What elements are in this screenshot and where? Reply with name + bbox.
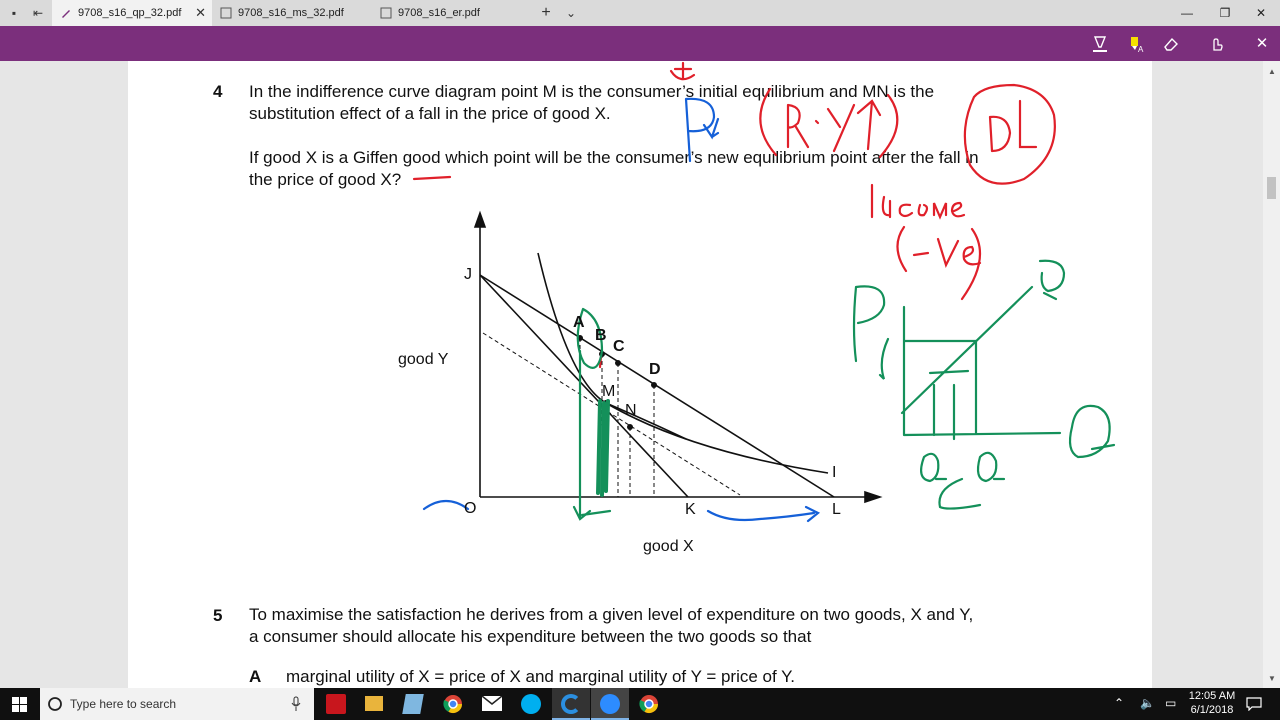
indifference-curve-1 [537,252,687,440]
tab-list-button[interactable]: ⌄ [563,5,579,21]
windows-taskbar: Type here to search ⌃ 🔈 ▭ 12:05 AM 6/1/2… [0,688,1280,720]
search-placeholder: Type here to search [70,697,177,711]
point-k-label: K [685,501,696,518]
tab-title: 9708_s16_ms_32.pdf [238,7,344,19]
green-annotations [572,259,1116,521]
edge-app-active[interactable] [552,688,590,720]
clock-date: 6/1/2018 [1190,704,1234,716]
svg-text:A: A [1138,45,1144,54]
eraser-icon[interactable] [1161,34,1181,54]
restore-button[interactable]: ❐ [1206,0,1244,26]
pdf-icon [220,7,232,19]
x-axis-label: good X [643,538,694,555]
close-tab-icon[interactable]: ✕ [195,0,206,26]
volume-icon[interactable]: 🔈 [1140,696,1155,710]
point-b-label: B [595,327,607,344]
question-5-line-2: a consumer should allocate his expenditu… [249,627,812,646]
zoom-icon [600,694,620,714]
point-d-label: D [649,361,661,378]
touch-writing-icon[interactable] [1206,34,1226,54]
close-ink-toolbar-button[interactable]: ✕ [1252,34,1272,54]
red-annotations [412,61,1056,369]
taskbar-search-box[interactable]: Type here to search [40,688,314,720]
network-icon[interactable]: ▭ [1165,696,1176,710]
edge-icon [561,694,581,714]
clock[interactable]: 12:05 AM 6/1/2018 [1186,690,1238,716]
tab-9708-s16-ms-32[interactable]: 9708_s16_ms_32.pdf [212,0,372,26]
file-explorer-icon[interactable] [365,696,383,711]
chrome-icon-2[interactable] [639,694,659,714]
origin-o-label: O [464,500,477,517]
option-a-text: marginal utility of X = price of X and m… [286,667,796,686]
tab-actions-icon[interactable]: ▪ [6,5,22,21]
point-a-label: A [573,314,585,331]
point-n-label: N [625,402,637,419]
y-axis-label: good Y [398,351,449,368]
point-l-label: L [832,501,841,518]
indifference-curve-diagram [412,61,1116,523]
notepad-icon[interactable] [402,694,424,714]
point-m-label: M [602,383,616,400]
pdf-pen-icon [62,10,70,18]
indifference-curve-i [605,402,829,474]
minimize-button[interactable]: — [1168,0,1206,26]
pdf-page: 4 In the indifference curve diagram poin… [128,61,1152,688]
x-axis-arrow [864,490,883,504]
mail-icon[interactable] [482,696,502,711]
tab-9708-s16-qp-32[interactable]: 9708_s16_qp_32.pdf ✕ [52,0,212,26]
point-j-label: J [464,266,472,283]
set-aside-tabs-icon[interactable]: ⇤ [30,5,46,21]
scroll-down-icon[interactable]: ▼ [1268,674,1276,683]
y-axis-arrow [473,210,487,228]
tab-title: 9708_s16_qp_32.pdf [78,7,182,19]
scroll-up-icon[interactable]: ▲ [1268,67,1276,76]
windows-start-icon[interactable] [12,697,27,712]
new-tab-button[interactable]: + [538,5,554,21]
scrollbar-thumb[interactable] [1267,177,1276,199]
close-window-button[interactable]: ✕ [1242,0,1280,26]
acrobat-icon[interactable] [326,694,346,714]
clock-time: 12:05 AM [1188,690,1236,702]
ballpoint-pen-icon[interactable] [1090,34,1110,54]
ink-toolbar: A ✕ [0,26,1280,61]
blue-annotations [422,97,821,523]
tab-title: 9708_s16_er.pdf [398,7,480,19]
point-c [615,360,621,366]
zoom-app-active[interactable] [591,688,629,720]
browser-titlebar: ▪ ⇤ 9708_s16_qp_32.pdf ✕ 9708_s16_ms_32.… [0,0,1280,26]
question-5-number: 5 [213,606,223,625]
tab-9708-s16-er[interactable]: 9708_s16_er.pdf [372,0,532,26]
point-c-label: C [613,338,625,355]
vertical-scrollbar[interactable]: ▲ ▼ [1263,61,1280,688]
show-hidden-icons-icon[interactable]: ⌃ [1114,696,1124,710]
point-i-label: I [832,464,837,481]
option-a-letter: A [249,667,262,686]
highlighter-icon[interactable]: A [1126,34,1146,54]
action-center-icon[interactable] [1246,697,1262,711]
point-n [627,424,633,430]
chrome-icon[interactable] [443,694,463,714]
cortana-icon [48,697,62,711]
point-d [651,382,657,388]
question-5-line-1: To maximise the satisfaction he derives … [249,605,974,624]
pdf-viewer[interactable]: 4 In the indifference curve diagram poin… [0,61,1280,688]
pdf-icon [380,7,392,19]
microphone-icon[interactable] [291,696,301,712]
skype-icon[interactable] [521,694,541,714]
